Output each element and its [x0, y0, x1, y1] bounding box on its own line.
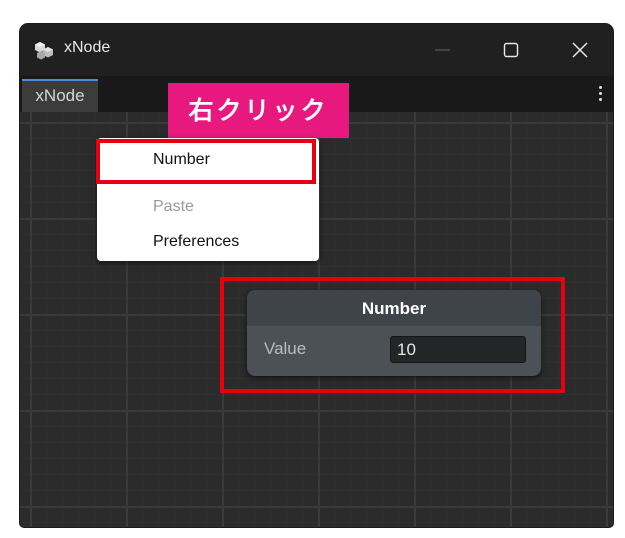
maximize-icon	[503, 42, 519, 58]
menu-item-preferences[interactable]: Preferences	[97, 227, 319, 257]
highlight-box-number-item	[96, 139, 316, 184]
minimize-icon	[435, 49, 450, 51]
close-button[interactable]	[550, 24, 610, 76]
window-title: xNode	[64, 39, 111, 56]
more-options-icon[interactable]	[599, 86, 603, 102]
maximize-button[interactable]	[481, 24, 541, 76]
title-bar[interactable]: xNode	[20, 24, 613, 76]
right-click-callout: 右クリック	[168, 83, 349, 138]
highlight-box-node	[220, 277, 565, 393]
menu-item-paste: Paste	[153, 198, 194, 215]
close-icon	[572, 42, 588, 58]
tab-xnode[interactable]: xNode	[22, 79, 98, 112]
minimize-button[interactable]	[413, 24, 473, 76]
xnode-app-icon	[35, 42, 53, 60]
